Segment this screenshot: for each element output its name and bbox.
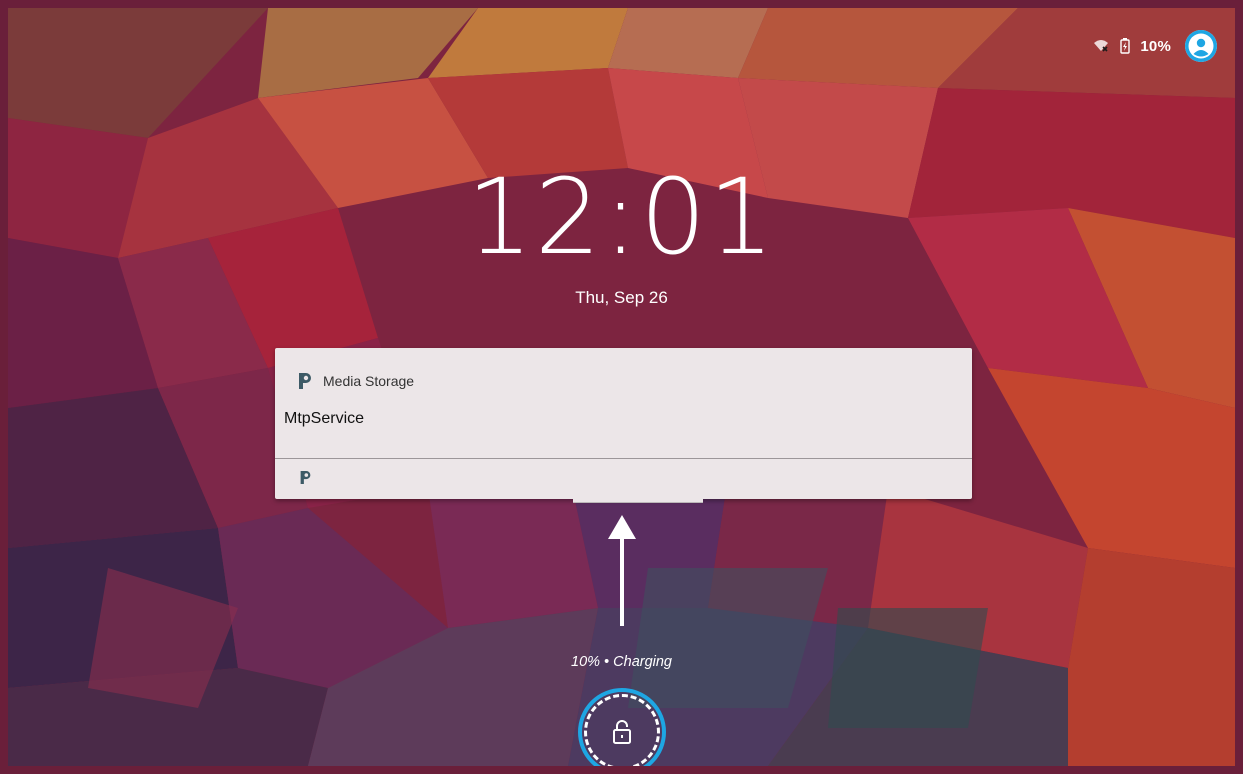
swipe-up-arrow-icon <box>608 515 636 626</box>
status-bar: 10% <box>1092 30 1217 62</box>
notification-card[interactable]: Media Storage MtpService <box>275 348 972 503</box>
notification-divider <box>275 458 972 459</box>
battery-charging-icon <box>1116 37 1134 55</box>
wifi-off-icon <box>1092 37 1110 55</box>
battery-percentage: 10% <box>1140 37 1171 55</box>
notification-header: Media Storage <box>297 372 414 390</box>
notification-expand-handle[interactable] <box>573 498 703 503</box>
unlock-button[interactable] <box>578 688 666 766</box>
notification-title: MtpService <box>284 410 365 427</box>
lock-screen: 10% 12:01 Thu, Sep 26 Media Storage MtpS… <box>8 8 1235 766</box>
charging-status: 10% • Charging <box>571 654 672 670</box>
user-avatar-icon[interactable] <box>1185 30 1217 62</box>
lockscreen-date: Thu, Sep 26 <box>575 288 668 307</box>
notification-app-name: Media Storage <box>323 373 415 389</box>
lockscreen-clock: 12:01 <box>466 156 777 278</box>
p-app-icon <box>300 471 311 484</box>
lock-open-icon <box>613 720 631 744</box>
p-app-icon <box>299 373 311 389</box>
